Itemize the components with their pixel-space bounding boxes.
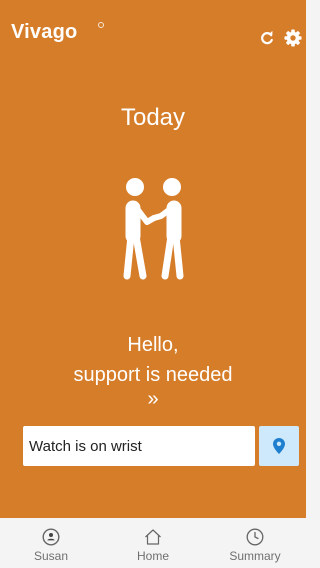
tab-summary[interactable]: Summary [204,518,306,568]
location-pin-icon [273,438,285,454]
tab-label-summary: Summary [229,549,281,563]
person-icon [42,528,60,546]
message-text: support is needed [73,364,233,386]
status-message: Hello, support is needed [0,330,306,390]
watch-status-text: Watch is on wrist [29,437,142,455]
home-icon [145,529,161,545]
vivago-logo: Vivago [11,21,78,43]
tab-label-susan: Susan [33,549,69,563]
registered-mark-icon [98,22,104,28]
settings-button[interactable] [280,26,306,50]
clock-icon [246,528,264,546]
gear-icon [284,29,302,47]
refresh-icon [261,31,273,45]
watch-status-field[interactable]: Watch is on wrist [23,426,255,466]
app-screen: Vivago Today Hello, support is needed » … [0,0,306,568]
bottom-tab-bar: Susan Home Summary [0,518,306,568]
tab-home[interactable]: Home [102,518,204,568]
tab-label-home: Home [136,549,169,563]
handshake-people-icon [123,178,184,280]
main-panel: Vivago Today Hello, support is needed » … [0,0,306,518]
more-details-chevron[interactable]: » [0,388,306,411]
location-button[interactable] [259,426,299,466]
header-actions [254,26,306,50]
message-greeting: Hello, [127,334,179,356]
tab-susan[interactable]: Susan [0,518,102,568]
refresh-button[interactable] [254,26,280,50]
page-title: Today [120,104,186,131]
